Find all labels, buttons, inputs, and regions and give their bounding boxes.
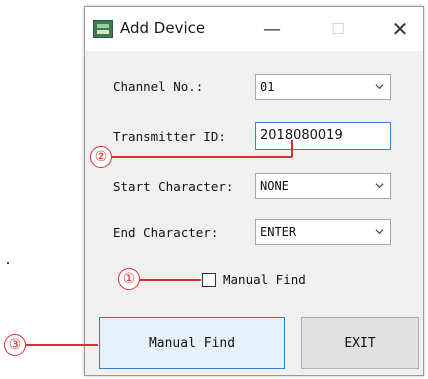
- exit-button[interactable]: EXIT: [301, 317, 419, 369]
- manual-find-checkbox[interactable]: [202, 273, 216, 287]
- callout-2: ②: [90, 146, 112, 168]
- device-icon: [93, 20, 113, 38]
- end-character-select[interactable]: ENTER: [255, 219, 391, 245]
- start-character-value: NONE: [260, 179, 289, 193]
- maximize-button[interactable]: ☐: [313, 7, 363, 51]
- callout-2-line: [112, 156, 292, 158]
- channel-value: 01: [260, 80, 275, 94]
- end-character-value: ENTER: [260, 225, 297, 239]
- callout-2-line-vertical: [291, 140, 293, 157]
- close-button[interactable]: ✕: [375, 7, 425, 51]
- callout-1: ①: [118, 268, 140, 290]
- start-character-select[interactable]: NONE: [255, 173, 391, 199]
- start-character-label: Start Character:: [113, 179, 234, 194]
- stray-dot: [7, 262, 9, 264]
- window-title: Add Device: [120, 19, 206, 37]
- end-character-label: End Character:: [113, 225, 219, 240]
- callout-3-line: [26, 344, 98, 346]
- transmitter-id-label: Transmitter ID:: [113, 129, 226, 144]
- callout-3: ③: [4, 334, 26, 356]
- transmitter-id-value: 2018080019: [260, 128, 343, 143]
- add-device-dialog: Add Device — ☐ ✕ Channel No.: 01 Transmi…: [84, 6, 424, 376]
- transmitter-id-input[interactable]: 2018080019: [255, 122, 391, 150]
- manual-find-checkbox-label[interactable]: Manual Find: [223, 272, 306, 287]
- chevron-down-icon: [375, 229, 384, 235]
- callout-1-line: [140, 279, 201, 281]
- chevron-down-icon: [375, 84, 384, 90]
- title-bar[interactable]: Add Device — ☐ ✕: [85, 7, 423, 51]
- chevron-down-icon: [375, 183, 384, 189]
- manual-find-button[interactable]: Manual Find: [99, 317, 285, 369]
- channel-select[interactable]: 01: [255, 74, 391, 100]
- channel-label: Channel No.:: [113, 79, 204, 94]
- minimize-button[interactable]: —: [247, 7, 297, 51]
